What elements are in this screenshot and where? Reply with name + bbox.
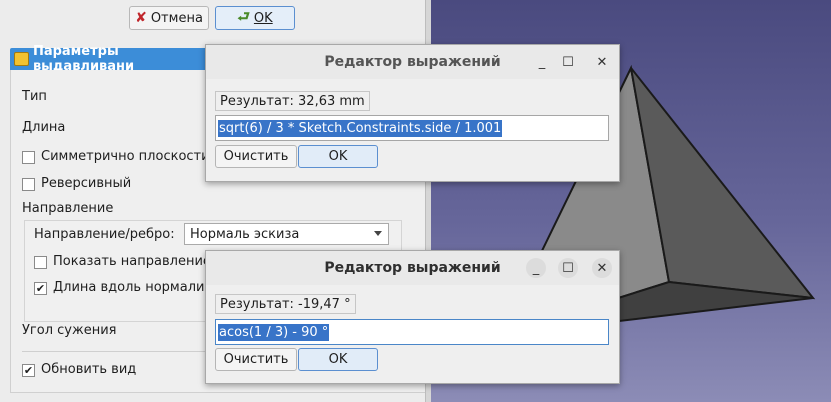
dialog-2-expression-input[interactable]: acos(1 / 3) - 90 °: [215, 319, 609, 345]
dialog-1-title: Редактор выражений: [324, 54, 501, 70]
cancel-button[interactable]: ✘ Отмена: [129, 6, 209, 30]
close-icon[interactable]: ✕: [592, 52, 612, 72]
maximize-icon[interactable]: ☐: [558, 258, 578, 278]
dialog-2-clear-button[interactable]: Очистить: [215, 348, 297, 371]
pad-icon: [14, 52, 29, 66]
dialog-1-expression-text: sqrt(6) / 3 * Sketch.Constraints.side / …: [218, 119, 503, 137]
chevron-down-icon: [374, 231, 382, 236]
along-normal-label: Длина вдоль нормали эс: [53, 280, 205, 295]
maximize-icon[interactable]: ☐: [558, 52, 578, 72]
update-view-checkbox[interactable]: ✔: [22, 364, 35, 377]
along-normal-checkbox[interactable]: ✔: [34, 282, 47, 295]
ok-label: OK: [253, 10, 273, 26]
ok-arrow-icon: ⮐: [237, 9, 250, 25]
direction-select[interactable]: Нормаль эскиза: [184, 223, 389, 245]
dialog-1-expression-input[interactable]: sqrt(6) / 3 * Sketch.Constraints.side / …: [215, 115, 609, 141]
reversed-label: Реверсивный: [41, 176, 132, 191]
dialog-1-result: Результат: 32,63 mm: [215, 91, 370, 111]
direction-edge-label: Направление/ребро:: [34, 227, 175, 242]
minimize-icon[interactable]: _: [532, 52, 552, 72]
show-direction-checkbox[interactable]: [34, 256, 47, 269]
dialog-2-result: Результат: -19,47 °: [215, 294, 356, 314]
dialog-1-ok-button[interactable]: OK: [298, 145, 378, 168]
symmetric-checkbox[interactable]: [22, 151, 35, 164]
minimize-icon[interactable]: _: [526, 258, 546, 278]
update-view-label: Обновить вид: [41, 362, 137, 377]
direction-select-value: Нормаль эскиза: [190, 226, 300, 242]
close-icon[interactable]: ✕: [592, 258, 612, 278]
dialog-1-clear-button[interactable]: Очистить: [215, 145, 297, 168]
section-header[interactable]: Параметры выдавливани: [10, 44, 210, 74]
expression-editor-dialog-2[interactable]: Редактор выражений _ ☐ ✕ Результат: -19,…: [205, 250, 620, 384]
show-direction-label: Показать направление: [53, 254, 211, 269]
dialog-2-ok-button[interactable]: OK: [298, 348, 378, 371]
direction-group-label: Направление: [22, 201, 114, 216]
type-label: Тип: [22, 89, 47, 104]
expression-editor-dialog-1[interactable]: Редактор выражений _ ☐ ✕ Результат: 32,6…: [205, 44, 620, 182]
ok-button[interactable]: ⮐ OK: [215, 6, 295, 30]
dialog-2-title: Редактор выражений: [324, 260, 501, 276]
symmetric-label: Симметрично плоскости: [41, 149, 210, 164]
divider: [22, 351, 208, 352]
length-label: Длина: [22, 120, 66, 135]
dialog-2-expression-text: acos(1 / 3) - 90 °: [218, 323, 330, 341]
cancel-icon: ✘: [135, 10, 147, 26]
cancel-label: Отмена: [150, 10, 203, 26]
reversed-checkbox[interactable]: [22, 178, 35, 191]
taper-label: Угол сужения: [22, 323, 117, 338]
